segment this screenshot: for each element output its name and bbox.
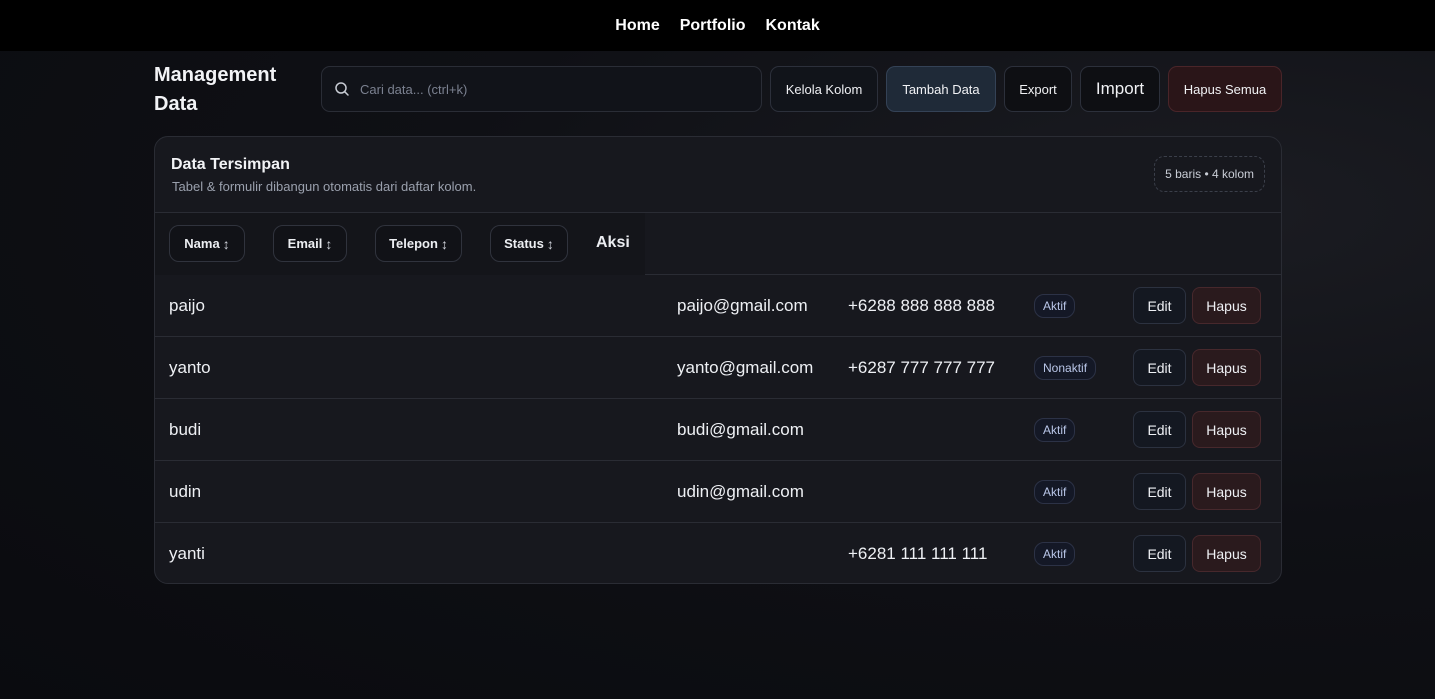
cell-status: Aktif — [1034, 523, 1076, 583]
cell-nama: udin — [169, 481, 202, 501]
hapus-button[interactable]: Hapus — [1192, 411, 1261, 448]
column-label-aksi: Aksi — [596, 234, 630, 251]
sort-nama-button[interactable]: Nama ↕ — [169, 225, 245, 262]
sort-icon: ↕ — [325, 235, 333, 252]
cell-email: udin@gmail.com — [677, 481, 804, 501]
data-card: Data Tersimpan Tabel & formulir dibangun… — [154, 136, 1282, 584]
page-title: Management Data — [154, 64, 277, 115]
sort-icon: ↕ — [546, 235, 554, 252]
cell-nama: yanto — [169, 357, 211, 377]
edit-button[interactable]: Edit — [1133, 287, 1186, 324]
cell-email: budi@gmail.com — [677, 419, 804, 439]
import-button[interactable]: Import — [1080, 66, 1160, 112]
status-badge: Aktif — [1034, 293, 1076, 318]
kelola-kolom-button[interactable]: Kelola Kolom — [770, 66, 878, 112]
cell-status: Aktif — [1034, 461, 1076, 522]
sort-icon: ↕ — [440, 235, 448, 252]
cell-nama: paijo — [169, 295, 205, 315]
sort-status-button[interactable]: Status ↕ — [490, 225, 568, 262]
cell-status: Nonaktif — [1034, 337, 1097, 398]
top-nav: Home Portfolio Kontak — [0, 0, 1435, 51]
table-row: yanto yanto@gmail.com +6287 777 777 777 … — [155, 337, 1281, 399]
cell-status: Aktif — [1034, 275, 1076, 336]
table-row: yanti +6281 111 111 111 Aktif Edit Hapus — [155, 523, 1281, 583]
status-badge: Aktif — [1034, 417, 1076, 442]
card-title: Data Tersimpan — [171, 156, 290, 173]
search-input[interactable] — [360, 81, 740, 97]
table-row: udin udin@gmail.com Aktif Edit Hapus — [155, 461, 1281, 523]
table-row: paijo paijo@gmail.com +6288 888 888 888 … — [155, 275, 1281, 337]
row-column-count-badge: 5 baris • 4 kolom — [1154, 156, 1265, 192]
edit-button[interactable]: Edit — [1133, 535, 1186, 572]
tambah-data-button[interactable]: Tambah Data — [886, 66, 996, 112]
hapus-button[interactable]: Hapus — [1192, 473, 1261, 510]
cell-status: Aktif — [1034, 399, 1076, 460]
column-label-status: Status — [504, 236, 544, 251]
hapus-semua-button[interactable]: Hapus Semua — [1168, 66, 1282, 112]
cell-nama: budi — [169, 419, 202, 439]
column-label-nama: Nama — [184, 236, 220, 251]
edit-button[interactable]: Edit — [1133, 473, 1186, 510]
export-button[interactable]: Export — [1004, 66, 1072, 112]
search-icon — [335, 82, 349, 96]
hapus-button[interactable]: Hapus — [1192, 535, 1261, 572]
search-box[interactable] — [321, 66, 762, 112]
sort-icon: ↕ — [222, 235, 230, 252]
nav-portfolio-link[interactable]: Portfolio — [680, 17, 746, 35]
status-badge: Nonaktif — [1034, 355, 1097, 380]
cell-email: paijo@gmail.com — [677, 295, 808, 315]
column-label-email: Email — [287, 236, 323, 251]
edit-button[interactable]: Edit — [1133, 411, 1186, 448]
hapus-button[interactable]: Hapus — [1192, 349, 1261, 386]
cell-email: yanto@gmail.com — [677, 357, 814, 377]
nav-kontak-link[interactable]: Kontak — [765, 17, 819, 35]
cell-telepon: +6288 888 888 888 — [848, 295, 996, 315]
table-header: Nama ↕ Email ↕ Telepon ↕ Status ↕ Aksi — [155, 212, 1281, 275]
hapus-button[interactable]: Hapus — [1192, 287, 1261, 324]
card-subtitle: Tabel & formulir dibangun otomatis dari … — [172, 179, 477, 194]
sort-email-button[interactable]: Email ↕ — [273, 225, 347, 262]
edit-button[interactable]: Edit — [1133, 349, 1186, 386]
cell-telepon: +6287 777 777 777 — [848, 357, 996, 377]
table-row: budi budi@gmail.com Aktif Edit Hapus — [155, 399, 1281, 461]
nav-home-link[interactable]: Home — [615, 17, 659, 35]
column-label-telepon: Telepon — [389, 236, 438, 251]
sort-telepon-button[interactable]: Telepon ↕ — [375, 225, 462, 262]
cell-telepon: +6281 111 111 111 — [848, 543, 988, 563]
cell-nama: yanti — [169, 543, 205, 563]
status-badge: Aktif — [1034, 541, 1076, 566]
status-badge: Aktif — [1034, 479, 1076, 504]
